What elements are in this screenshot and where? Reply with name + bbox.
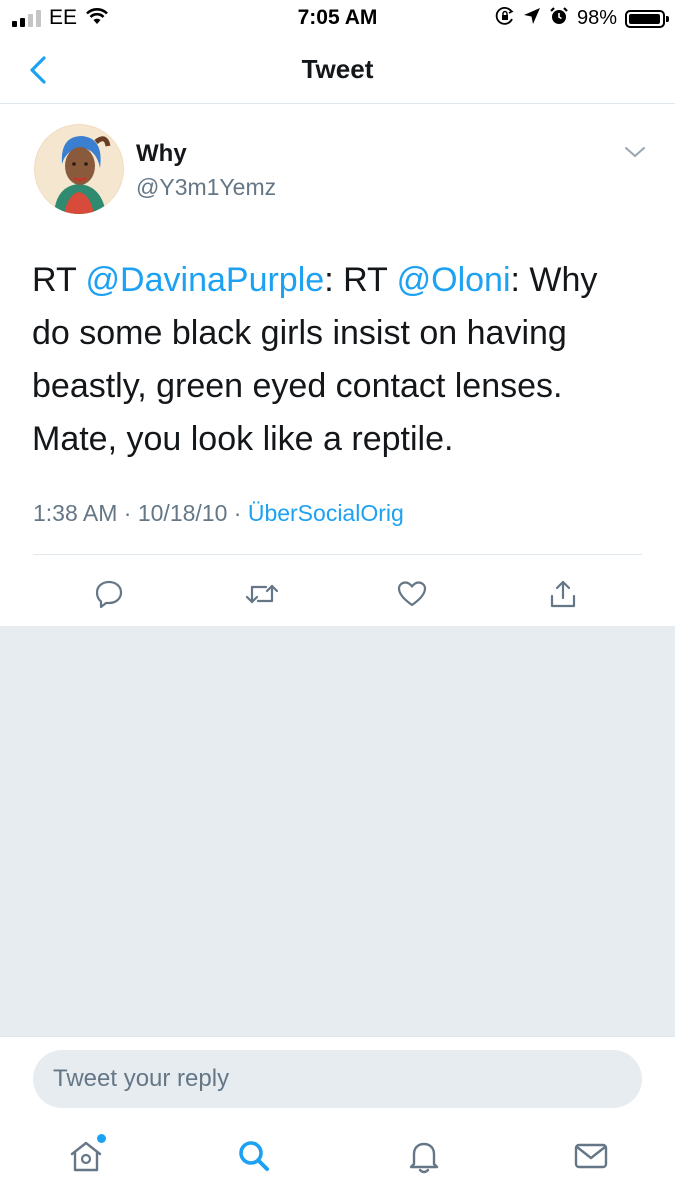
reply-icon[interactable] <box>89 574 129 614</box>
status-right: 98% <box>495 6 669 31</box>
share-icon[interactable] <box>543 574 583 614</box>
divider <box>33 554 642 555</box>
tweet-actions <box>0 574 675 620</box>
author-name[interactable]: Why <box>136 140 187 168</box>
tweet-text-segment: : RT <box>324 261 397 299</box>
author-handle[interactable]: @Y3m1Yemz <box>136 174 276 201</box>
tweet-text: RT @DavinaPurple: RT @Oloni: Why do some… <box>32 254 642 466</box>
avatar[interactable] <box>34 124 124 214</box>
orientation-lock-icon <box>495 6 515 31</box>
mention-link[interactable]: @DavinaPurple <box>86 261 325 299</box>
tweet-source-link[interactable]: ÜberSocialOrig <box>248 500 404 526</box>
tweet-time: 1:38 AM <box>33 500 118 526</box>
tab-bar <box>0 1120 675 1200</box>
meta-separator: · <box>123 500 132 526</box>
battery-icon <box>625 9 669 28</box>
tweet-detail: Why @Y3m1Yemz RT @DavinaPurple: RT @Olon… <box>0 104 675 626</box>
search-icon[interactable] <box>232 1134 276 1178</box>
like-icon[interactable] <box>392 574 432 614</box>
nav-bar: Tweet <box>0 36 675 104</box>
retweet-icon[interactable] <box>242 574 282 614</box>
tweet-date: 10/18/10 <box>137 500 228 526</box>
notification-dot <box>97 1134 106 1143</box>
messages-icon[interactable] <box>569 1134 613 1178</box>
notifications-icon[interactable] <box>402 1134 446 1178</box>
tweet-text-segment: RT <box>32 261 86 299</box>
empty-replies-area <box>0 626 675 1036</box>
battery-fill <box>629 13 661 24</box>
tweet-meta: 1:38 AM · 10/18/10 · ÜberSocialOrig <box>33 500 404 527</box>
meta-separator: · <box>233 500 242 526</box>
home-icon[interactable] <box>64 1134 108 1178</box>
page-title: Tweet <box>301 54 374 84</box>
chevron-down-icon[interactable] <box>622 142 648 162</box>
reply-bar <box>0 1036 675 1120</box>
reply-input[interactable] <box>33 1050 642 1108</box>
alarm-icon <box>549 6 569 31</box>
location-arrow-icon <box>523 7 541 30</box>
status-bar: EE 7:05 AM 98% <box>0 0 675 36</box>
mention-link[interactable]: @Oloni <box>397 261 511 299</box>
battery-percent: 98% <box>576 7 617 29</box>
